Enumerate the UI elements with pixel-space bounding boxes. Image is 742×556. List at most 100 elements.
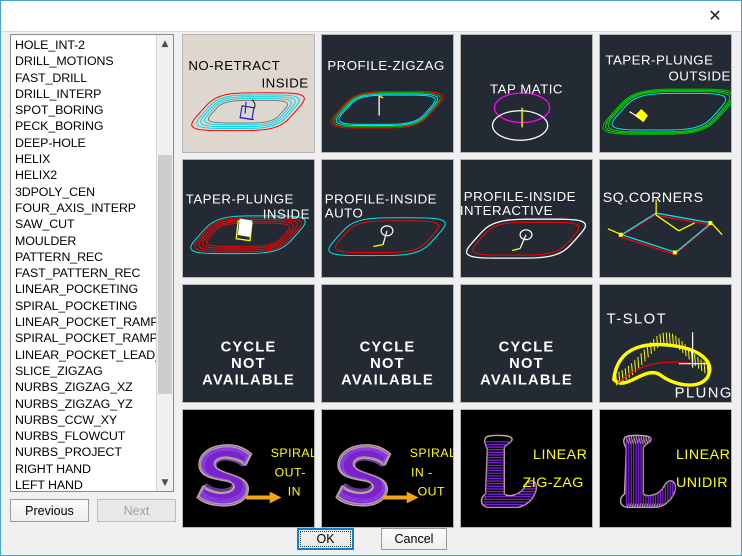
svg-text:T-SLOT: T-SLOT xyxy=(607,312,667,328)
chevron-down-icon[interactable]: ▼ xyxy=(157,474,173,491)
svg-text:OUTSIDE: OUTSIDE xyxy=(668,69,730,84)
title-bar: ✕ xyxy=(1,1,741,32)
svg-text:UNIDIR: UNIDIR xyxy=(676,475,728,491)
svg-text:SPIRAL: SPIRAL xyxy=(271,446,315,460)
list-item[interactable]: LINEAR_POCKETING xyxy=(13,281,156,297)
svg-text:AVAILABLE: AVAILABLE xyxy=(480,372,573,388)
thumbnail-grid: NO-RETRACT INSIDE PROFILE-ZIGZAG TAP MATIC T… xyxy=(182,34,736,528)
list-item[interactable]: DRILL_INTERP xyxy=(13,86,156,102)
image-tile-dialog: ✕ HOLE_INT-2 DRILL_MOTIONS FAST_DRILL DRILL… xyxy=(0,0,742,556)
thumbnail-caption: NO-RETRACT INSIDE xyxy=(188,58,308,91)
svg-text:INSIDE: INSIDE xyxy=(263,207,310,222)
cycle-list-scrollbar[interactable]: ▲ ▼ xyxy=(156,35,173,491)
close-icon[interactable]: ✕ xyxy=(695,3,735,29)
thumbnail-caption: SPIRAL OUT- IN xyxy=(271,446,315,499)
thumbnail-caption: CYCLENOTAVAILABLE xyxy=(202,340,295,389)
thumbnail-caption: LINEAR ZIG-ZAG xyxy=(523,447,587,491)
list-item[interactable]: HELIX2 xyxy=(13,167,156,183)
svg-text:AVAILABLE: AVAILABLE xyxy=(202,372,295,388)
svg-text:ZIG-ZAG: ZIG-ZAG xyxy=(523,475,584,491)
list-item[interactable]: 3DPOLY_CEN xyxy=(13,184,156,200)
svg-text:LINEAR: LINEAR xyxy=(676,447,730,463)
list-item[interactable]: DRILL_MOTIONS xyxy=(13,53,156,69)
list-item[interactable]: HOLE_INT-2 xyxy=(13,37,156,53)
thumbnail-sq-corners[interactable]: SQ.CORNERS xyxy=(599,159,732,278)
list-item[interactable]: LINEAR_POCKET_RAMP xyxy=(13,314,156,330)
svg-text:OUT-: OUT- xyxy=(275,466,306,480)
list-item[interactable]: HELIX xyxy=(13,151,156,167)
scrollbar-thumb[interactable] xyxy=(158,155,172,394)
thumbnail-t-slot-plunge[interactable]: T-SLOT PLUNGE xyxy=(599,284,732,403)
svg-text:CYCLE: CYCLE xyxy=(360,340,416,356)
svg-text:AUTO: AUTO xyxy=(325,205,364,220)
cycle-list-items[interactable]: HOLE_INT-2 DRILL_MOTIONS FAST_DRILL DRILL_I… xyxy=(11,35,156,491)
thumbnail-caption: SPIRAL IN - OUT xyxy=(410,446,454,499)
svg-text:LINEAR: LINEAR xyxy=(533,447,587,463)
thumbnail-cycle-na-3[interactable]: CYCLE NOT AVAILABLE xyxy=(460,284,593,403)
list-item[interactable]: FOUR_AXIS_INTERP xyxy=(13,200,156,216)
thumbnail-profile-zigzag[interactable]: PROFILE-ZIGZAG xyxy=(321,34,454,153)
list-item[interactable]: MOULDER xyxy=(13,233,156,249)
list-item[interactable]: PECK_BORING xyxy=(13,118,156,134)
chevron-up-icon[interactable]: ▲ xyxy=(157,35,173,52)
thumbnail-caption: TAPER-PLUNGEINSIDE xyxy=(186,191,310,222)
thumbnail-linear-zig-zag[interactable]: LINEAR ZIG-ZAG xyxy=(460,409,593,528)
svg-text:PROFILE-INSIDE: PROFILE-INSIDE xyxy=(464,189,576,204)
thumbnail-caption: PROFILE-ZIGZAG xyxy=(327,58,444,73)
svg-text:NOT: NOT xyxy=(509,356,544,372)
thumbnail-taper-plunge-outside[interactable]: TAPER-PLUNGE OUTSIDE xyxy=(599,34,732,153)
list-item[interactable]: SPOT_BORING xyxy=(13,102,156,118)
cancel-button[interactable]: Cancel xyxy=(381,528,447,550)
svg-text:TAP MATIC: TAP MATIC xyxy=(490,82,563,97)
thumbnail-caption: TAP MATIC xyxy=(490,82,563,97)
svg-text:AVAILABLE: AVAILABLE xyxy=(341,372,434,388)
svg-text:INTERACTIVE: INTERACTIVE xyxy=(460,203,553,218)
thumbnail-cycle-na-1[interactable]: CYCLE NOT AVAILABLE xyxy=(182,284,315,403)
svg-text:INSIDE: INSIDE xyxy=(261,76,308,91)
thumbnail-caption: CYCLENOTAVAILABLE xyxy=(341,340,434,389)
list-item[interactable]: DEEP-HOLE xyxy=(13,135,156,151)
list-item[interactable]: NURBS_CCW_XY xyxy=(13,412,156,428)
list-item[interactable]: SAW_CUT xyxy=(13,216,156,232)
thumbnail-no-retract-inside[interactable]: NO-RETRACT INSIDE xyxy=(182,34,315,153)
ok-button[interactable]: OK xyxy=(297,528,354,550)
thumbnail-caption: T-SLOT PLUNGE xyxy=(607,312,731,402)
thumbnail-caption: PROFILE-INSIDEINTERACTIVE xyxy=(460,189,576,218)
thumbnail-caption: TAPER-PLUNGE OUTSIDE xyxy=(605,52,730,84)
next-button: Next xyxy=(97,499,176,522)
svg-text:SPIRAL: SPIRAL xyxy=(410,446,454,460)
svg-text:SQ.CORNERS: SQ.CORNERS xyxy=(603,190,704,206)
list-item[interactable]: SPIRAL_POCKETING xyxy=(13,298,156,314)
cancel-button-label: Cancel xyxy=(394,532,434,546)
svg-text:TAPER-PLUNGE: TAPER-PLUNGE xyxy=(605,52,713,67)
previous-button[interactable]: Previous xyxy=(10,499,89,522)
list-item[interactable]: RIGHT HAND xyxy=(13,461,156,477)
thumbnail-spiral-in-out[interactable]: SPIRAL IN - OUT xyxy=(321,409,454,528)
list-item[interactable]: NURBS_PROJECT xyxy=(13,444,156,460)
list-item[interactable]: SLICE_ZIGZAG xyxy=(13,363,156,379)
thumbnail-cycle-na-2[interactable]: CYCLE NOT AVAILABLE xyxy=(321,284,454,403)
thumbnail-taper-plunge-inside[interactable]: TAPER-PLUNGE INSIDE xyxy=(182,159,315,278)
thumbnail-caption: SQ.CORNERS xyxy=(603,190,704,206)
list-item[interactable]: PATTERN_REC xyxy=(13,249,156,265)
ok-button-label: OK xyxy=(316,532,335,546)
list-item[interactable]: FAST_PATTERN_REC xyxy=(13,265,156,281)
svg-text:NO-RETRACT: NO-RETRACT xyxy=(188,58,280,73)
list-item[interactable]: NURBS_ZIGZAG_YZ xyxy=(13,396,156,412)
list-item[interactable]: LINEAR_POCKET_LEAD_IN xyxy=(13,347,156,363)
list-item[interactable]: NURBS_ZIGZAG_XZ xyxy=(13,379,156,395)
list-item[interactable]: SPIRAL_POCKET_RAMP xyxy=(13,330,156,346)
svg-text:NOT: NOT xyxy=(231,356,266,372)
thumbnail-profile-inside-auto[interactable]: PROFILE-INSIDE AUTO xyxy=(321,159,454,278)
list-item[interactable]: NURBS_FLOWCUT xyxy=(13,428,156,444)
thumbnail-spiral-out-in[interactable]: SPIRAL OUT- IN xyxy=(182,409,315,528)
thumbnail-profile-inside-inter[interactable]: PROFILE-INSIDE INTERACTIVE xyxy=(460,159,593,278)
thumbnail-caption: PROFILE-INSIDEAUTO xyxy=(325,191,437,220)
svg-text:NOT: NOT xyxy=(370,356,405,372)
thumbnail-linear-unidir[interactable]: LINEAR UNIDIR xyxy=(599,409,732,528)
thumbnail-tap-matic[interactable]: TAP MATIC xyxy=(460,34,593,153)
cycle-list[interactable]: HOLE_INT-2 DRILL_MOTIONS FAST_DRILL DRILL_I… xyxy=(10,34,174,492)
list-item[interactable]: FAST_DRILL xyxy=(13,70,156,86)
thumbnail-caption: CYCLENOTAVAILABLE xyxy=(480,340,573,389)
list-item[interactable]: LEFT HAND xyxy=(13,477,156,491)
